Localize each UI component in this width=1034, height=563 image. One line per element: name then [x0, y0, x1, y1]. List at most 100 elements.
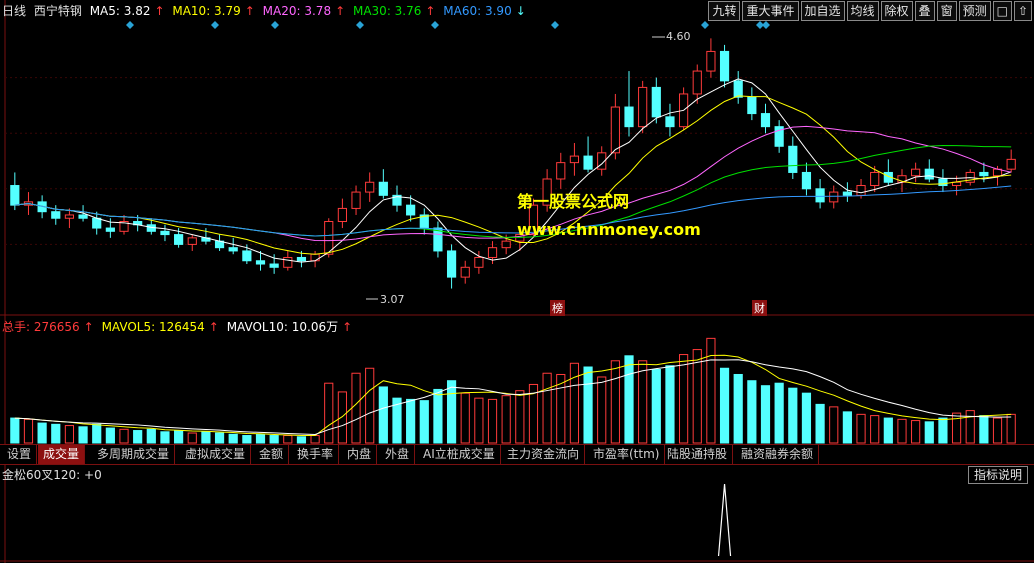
volume-bar: [747, 380, 757, 444]
mavol10-text: MAVOL10: 10.06万: [226, 320, 339, 334]
volume-bar: [815, 403, 825, 444]
volume-panel[interactable]: 总手: 276656 ↑ MAVOL5: 126454 ↑ MAVOL10: 10.…: [0, 316, 1034, 444]
volume-bar: [569, 362, 580, 444]
volume-bar: [583, 366, 593, 444]
volume-bar: [214, 432, 225, 444]
btn-window[interactable]: 窗: [936, 1, 957, 21]
expand-up-icon[interactable]: ⇧: [1013, 1, 1032, 21]
candle-body: [719, 50, 730, 82]
candle-body: [242, 250, 252, 262]
volume-bar: [433, 388, 443, 444]
btn-overlay[interactable]: 叠: [914, 1, 935, 21]
candle-body: [638, 86, 648, 128]
event-diamond-marker: [762, 21, 770, 29]
tab-turnover[interactable]: 换手率: [292, 445, 340, 464]
mavol5-text: MAVOL5: 126454: [101, 320, 205, 334]
volume-bar: [542, 372, 552, 444]
indicator-chart-svg[interactable]: [0, 464, 1034, 563]
volume-bar: [255, 433, 266, 444]
volume-bar: [638, 360, 648, 444]
volume-bar: [10, 417, 20, 444]
price-panel[interactable]: 日线 西宁特钢 MA5: 3.82 ↑ MA10: 3.79 ↑ MA20: 3.7…: [0, 0, 1034, 316]
candle-body: [569, 155, 580, 164]
event-diamond-marker: [701, 21, 709, 29]
volume-bar: [23, 418, 34, 444]
candle-body: [733, 80, 743, 98]
candle-body: [624, 106, 634, 128]
mavol5-value: MAVOL5: 126454 ↑: [102, 320, 219, 334]
volume-bar: [679, 354, 689, 444]
btn-moving-average[interactable]: 均线: [846, 1, 879, 21]
volume-bar: [406, 398, 416, 444]
candle-body: [938, 178, 948, 187]
candle-body: [829, 191, 839, 203]
candle-body: [187, 237, 197, 245]
candle-body: [583, 155, 593, 170]
tab-multi-period-volume[interactable]: 多周期成交量: [92, 445, 176, 464]
tab-pe-ttm[interactable]: 市盈率(ttm): [588, 445, 666, 464]
lock-icon[interactable]: □: [992, 1, 1012, 21]
indicator-panel[interactable]: 金松60叉120: +0 指标说明: [0, 464, 1034, 563]
ma5-value: MA5: 3.82 ↑: [90, 4, 165, 18]
candle-body: [310, 253, 320, 262]
candle-body: [870, 171, 880, 187]
volume-bar: [460, 392, 470, 444]
volume-bar: [938, 417, 948, 444]
volume-bar: [51, 423, 61, 444]
btn-jiuzhuan[interactable]: 九转: [708, 1, 741, 21]
tag-cai[interactable]: 财: [752, 300, 767, 316]
volume-bar: [365, 367, 375, 444]
candle-body: [269, 263, 279, 268]
tab-northbound-holdings[interactable]: 陆股通持股: [662, 445, 734, 464]
candle-body: [665, 116, 675, 128]
btn-forecast[interactable]: 预测: [958, 1, 991, 21]
tab-capital-flow[interactable]: 主力资金流向: [502, 445, 586, 464]
volume-chart-svg[interactable]: [0, 316, 1034, 444]
tab-margin-balance[interactable]: 融资融券余额: [736, 445, 820, 464]
candle-body: [64, 214, 75, 219]
volume-bar: [174, 430, 184, 444]
candle-body: [351, 191, 361, 209]
watermark-title: 第一股票公式网: [517, 192, 630, 211]
total-volume-text: 总手: 276656: [2, 320, 80, 334]
tab-outer-volume[interactable]: 外盘: [380, 445, 416, 464]
volume-bar: [296, 436, 307, 444]
ma20-text: MA20: 3.78: [262, 4, 332, 18]
volume-bar: [829, 406, 839, 444]
tab-ai-volume[interactable]: AI立桩成交量: [418, 445, 501, 464]
tab-inner-volume[interactable]: 内盘: [342, 445, 378, 464]
period-label[interactable]: 日线: [2, 4, 26, 18]
candle-body: [446, 250, 457, 278]
volume-bar: [78, 426, 88, 444]
volume-bar: [119, 428, 129, 444]
volume-bar: [160, 431, 170, 444]
volume-bar: [842, 411, 852, 444]
volume-bar: [92, 423, 102, 444]
btn-add-watchlist[interactable]: 加自选: [800, 1, 845, 21]
ma10-value: MA10: 3.79 ↑: [172, 4, 254, 18]
volume-bar: [146, 428, 156, 444]
price-chart-svg[interactable]: [0, 0, 1034, 316]
candle-body: [174, 234, 184, 245]
candle-body: [651, 86, 661, 118]
candle-body: [487, 247, 498, 258]
ma30-text: MA30: 3.76: [352, 4, 422, 18]
tab-volume[interactable]: 成交量: [38, 445, 86, 464]
event-diamond-marker: [431, 21, 439, 29]
candle-body: [228, 247, 238, 252]
watermark-url: www.chnmoney.com: [517, 220, 701, 239]
tab-virtual-volume[interactable]: 虚拟成交量: [180, 445, 252, 464]
candle-body: [501, 240, 511, 249]
btn-ex-rights[interactable]: 除权: [880, 1, 913, 21]
tag-bang[interactable]: 榜: [550, 300, 565, 316]
event-diamond-marker: [126, 21, 134, 29]
btn-major-events[interactable]: 重大事件: [742, 1, 799, 21]
tab-amount[interactable]: 金额: [254, 445, 290, 464]
volume-bar: [870, 415, 880, 444]
ma10-line: [14, 95, 1012, 255]
candle-body: [474, 256, 484, 268]
volume-bar: [733, 373, 743, 444]
volume-bar: [105, 427, 115, 444]
tab-settings[interactable]: 设置: [2, 445, 38, 464]
chart-toolbar: 九转 重大事件 加自选 均线 除权 叠 窗 预测 □ ⇧: [708, 1, 1032, 21]
